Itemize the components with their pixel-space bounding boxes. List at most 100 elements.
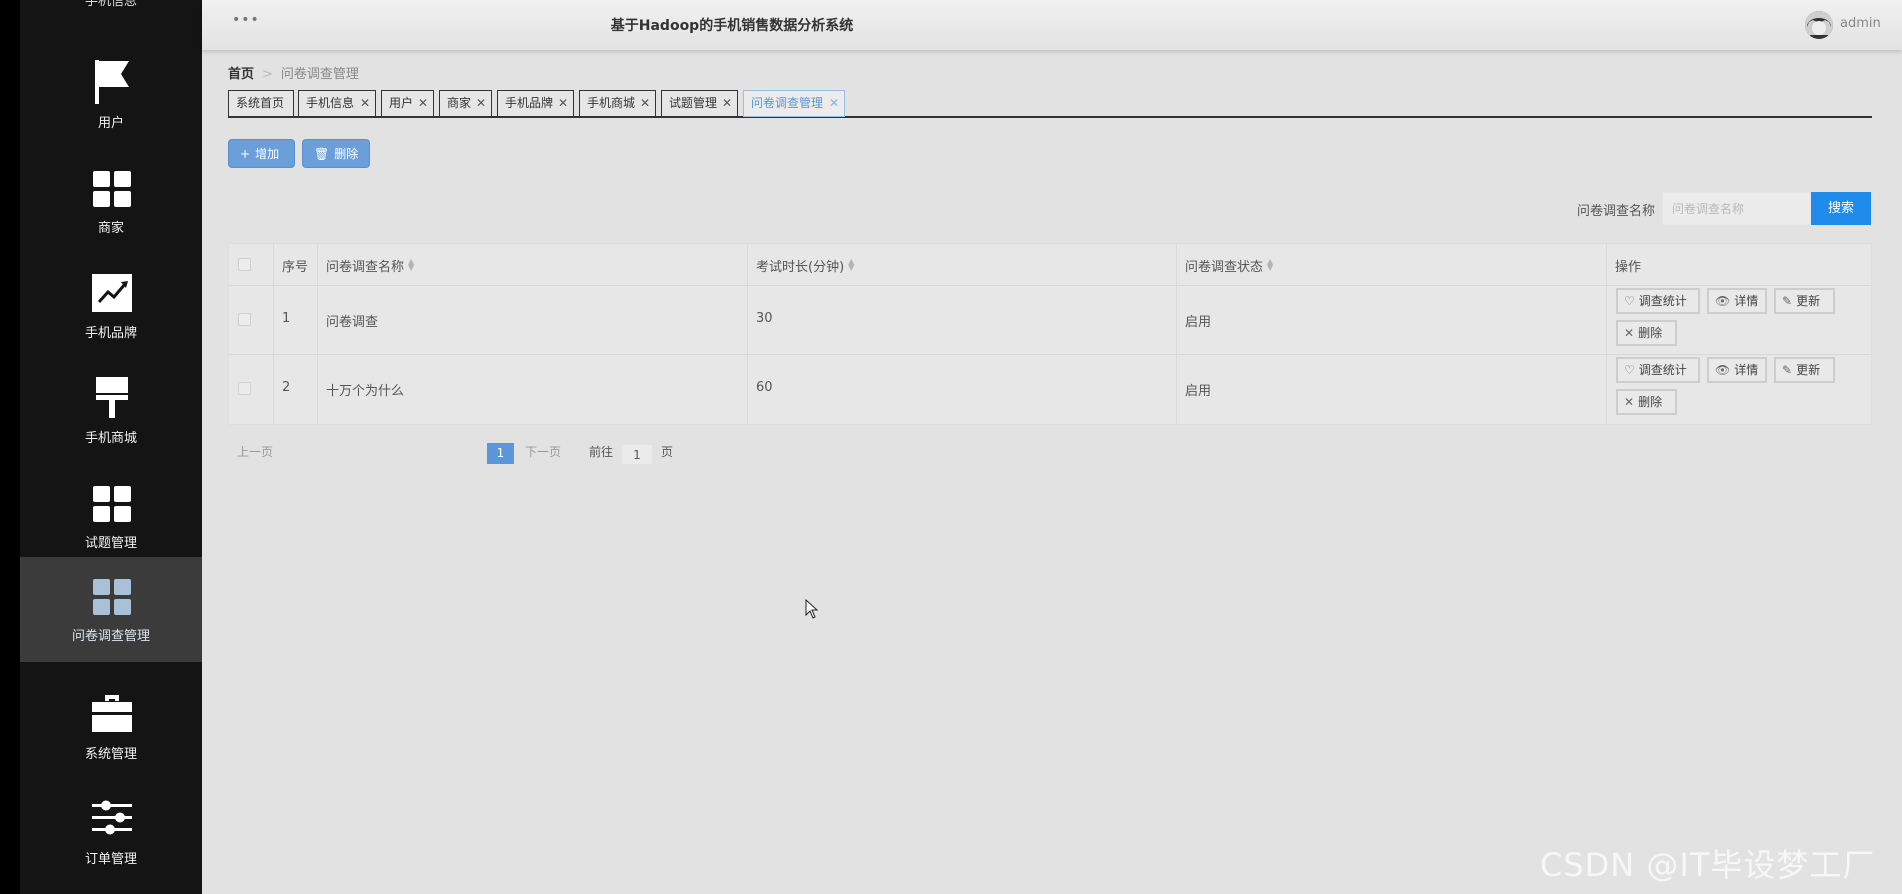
sort-icon[interactable]: ▲ ▼ [848, 258, 854, 272]
row-checkbox[interactable] [238, 313, 251, 326]
select-all-checkbox[interactable] [238, 258, 251, 271]
breadcrumb-current: 问卷调查管理 [280, 67, 359, 82]
tab-bar: 系统首页 手机信息 ✕ 用户 ✕ 商家 ✕ 手机品牌 ✕ 手机商城 ✕ 试题管理 ✕ 问卷调… [228, 90, 1872, 118]
tab-label: 问卷调查管理 [751, 96, 824, 110]
update-button[interactable]: ✎ 更新 [1774, 288, 1835, 314]
add-button[interactable]: + 增加 [228, 139, 295, 168]
tab-label: 系统首页 [236, 96, 285, 110]
main-content: ••• 基于Hadoop的手机销售数据分析系统 admin 首页 > 问卷调查管理 … [202, 0, 1902, 894]
sidebar-item-system-management[interactable]: 系统管理 [20, 675, 202, 780]
survey-stats-button[interactable]: ♡ 调查统计 [1616, 357, 1700, 383]
close-icon[interactable]: ✕ [360, 91, 370, 116]
tab-users[interactable]: 用户 ✕ [381, 90, 434, 117]
row-checkbox[interactable] [238, 382, 251, 395]
goto-page-input[interactable] [621, 444, 653, 465]
delete-button[interactable]: 🗑 删除 [302, 139, 370, 168]
close-icon[interactable]: ✕ [640, 91, 650, 116]
avatar[interactable] [1805, 11, 1833, 39]
close-icon: ✕ [1624, 395, 1635, 409]
cell-duration: 60 [756, 380, 773, 395]
tab-system-home[interactable]: 系统首页 [228, 90, 294, 117]
sidebar-item-phone-info-cut[interactable]: 手机信息 [20, 0, 202, 9]
next-page-button[interactable]: 下一页 [525, 443, 561, 460]
breadcrumb-home[interactable]: 首页 [228, 67, 254, 82]
edit-icon: ✎ [1782, 294, 1793, 308]
cell-index: 1 [282, 311, 291, 326]
tab-exam-management[interactable]: 试题管理 ✕ [661, 90, 738, 117]
header-status[interactable]: 问卷调查状态 ▲ ▼ [1185, 256, 1273, 276]
detail-button[interactable]: 👁 详情 [1707, 357, 1767, 383]
survey-stats-button[interactable]: ♡ 调查统计 [1616, 288, 1700, 314]
update-button[interactable]: ✎ 更新 [1774, 357, 1835, 383]
button-label: 调查统计 [1638, 363, 1687, 377]
detail-button[interactable]: 👁 详情 [1707, 288, 1767, 314]
page-number-current[interactable]: 1 [487, 443, 514, 464]
sidebar: 手机信息 用户 商家 手机品牌 手机商城 试题管理 问卷调查管理 系统管理 订单… [20, 0, 202, 894]
sidebar-item-phone-mall[interactable]: 手机商城 [20, 359, 202, 464]
delete-row-button[interactable]: ✕ 删除 [1616, 389, 1677, 415]
cell-name: 十万个为什么 [326, 384, 405, 399]
eye-icon: 👁 [1715, 363, 1731, 377]
heart-icon: ♡ [1624, 363, 1635, 377]
mouse-cursor-icon [805, 599, 819, 619]
header-duration[interactable]: 考试时长(分钟) ▲ ▼ [756, 256, 854, 276]
header-name[interactable]: 问卷调查名称 ▲ ▼ [326, 256, 414, 276]
sidebar-item-merchants[interactable]: 商家 [20, 149, 202, 254]
cell-name: 问卷调查 [326, 315, 379, 330]
cell-duration: 30 [756, 311, 773, 326]
breadcrumb-separator: > [262, 67, 273, 82]
header-label: 考试时长(分钟) [756, 260, 845, 275]
tab-phone-info[interactable]: 手机信息 ✕ [298, 90, 376, 117]
goto-suffix: 页 [661, 445, 674, 459]
heart-icon: ♡ [1624, 294, 1635, 308]
close-icon[interactable]: ✕ [829, 91, 839, 116]
header-label: 问卷调查状态 [1185, 260, 1264, 275]
tab-merchants[interactable]: 商家 ✕ [439, 90, 492, 117]
tab-label: 商家 [447, 96, 472, 110]
sort-icon[interactable]: ▲ ▼ [1267, 258, 1273, 272]
user-avatar-icon [1805, 11, 1833, 39]
watermark: CSDN @IT毕设梦工厂 [1540, 846, 1876, 884]
goto-label: 前往 [589, 445, 614, 459]
menu-toggle-icon[interactable]: ••• [232, 12, 260, 28]
search-button[interactable]: 搜索 [1811, 192, 1871, 225]
row-divider [229, 354, 1871, 355]
sidebar-item-label: 试题管理 [84, 536, 137, 551]
search-input[interactable] [1662, 192, 1811, 225]
breadcrumb: 首页 > 问卷调查管理 [228, 63, 359, 82]
close-icon[interactable]: ✕ [476, 91, 486, 116]
eye-icon: 👁 [1715, 294, 1731, 308]
close-icon[interactable]: ✕ [722, 91, 732, 116]
close-icon[interactable]: ✕ [558, 91, 568, 116]
sidebar-item-phone-brand[interactable]: 手机品牌 [20, 254, 202, 359]
prev-page-button[interactable]: 上一页 [237, 443, 273, 460]
delete-row-button[interactable]: ✕ 删除 [1616, 320, 1677, 346]
sidebar-item-order-management[interactable]: 订单管理 [20, 780, 202, 885]
sidebar-item-survey-management[interactable]: 问卷调查管理 [20, 557, 202, 662]
button-label: 调查统计 [1638, 294, 1687, 308]
flag-icon [95, 60, 129, 104]
tab-label: 手机商城 [587, 96, 636, 110]
add-button-label: 增加 [255, 147, 280, 161]
tab-phone-brand[interactable]: 手机品牌 ✕ [497, 90, 574, 117]
column-divider [1176, 244, 1177, 424]
sidebar-item-label: 订单管理 [84, 852, 137, 867]
grid-icon [93, 579, 131, 615]
sort-icon[interactable]: ▲ ▼ [408, 258, 414, 272]
cell-status: 启用 [1185, 315, 1212, 330]
plus-icon: + [240, 147, 251, 161]
button-label: 更新 [1796, 294, 1821, 308]
sidebar-item-label: 系统管理 [84, 747, 137, 762]
header-label: 问卷调查名称 [326, 260, 405, 275]
tab-survey-management[interactable]: 问卷调查管理 ✕ [743, 90, 845, 117]
user-name[interactable]: admin [1840, 16, 1881, 31]
tab-phone-mall[interactable]: 手机商城 ✕ [579, 90, 656, 117]
row-divider [229, 285, 1871, 286]
sidebar-item-exam-management[interactable]: 试题管理 [20, 464, 202, 569]
sidebar-item-label: 商家 [97, 221, 124, 236]
brush-icon [96, 377, 128, 418]
button-label: 删除 [1638, 326, 1663, 340]
sidebar-item-users[interactable]: 用户 [20, 44, 202, 149]
close-icon[interactable]: ✕ [418, 91, 428, 116]
cell-index: 2 [282, 380, 291, 395]
